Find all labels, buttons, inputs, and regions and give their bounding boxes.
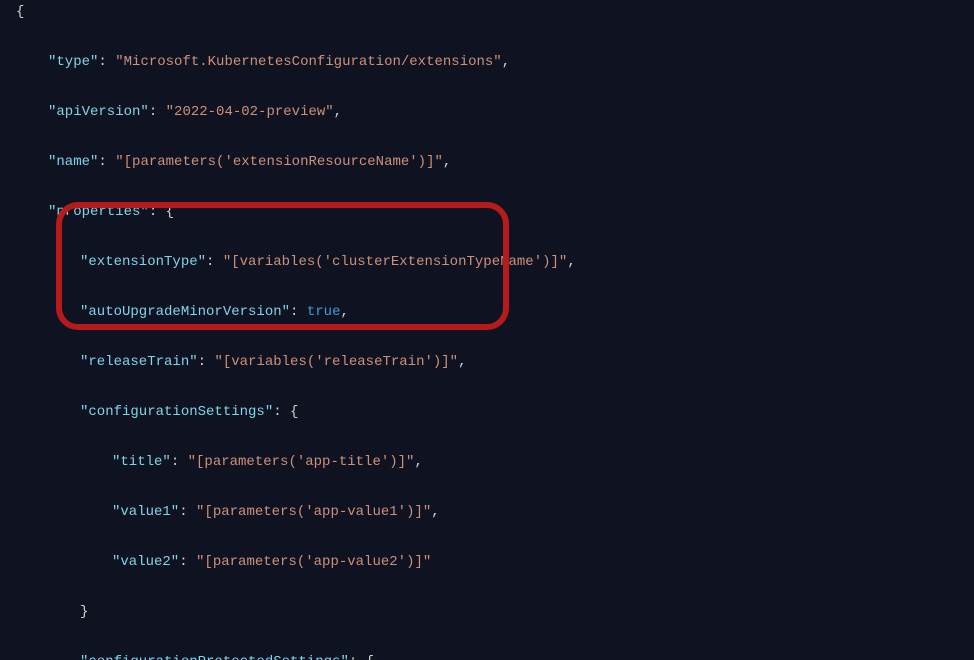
code-line: "value1": "[parameters('app-value1')]", [16,500,974,525]
code-line: "configurationProtectedSettings": { [16,650,974,660]
json-bool: true [307,304,341,320]
json-string: "[parameters('app-value2')]" [196,554,431,570]
code-block[interactable]: { "type": "Microsoft.KubernetesConfigura… [16,0,974,660]
json-string: "Microsoft.KubernetesConfiguration/exten… [115,54,501,70]
code-line: { [16,0,974,25]
json-string: "[parameters('app-value1')]" [196,504,431,520]
json-key: "name" [48,154,98,170]
json-key: "configurationProtectedSettings" [80,654,349,660]
json-key: "properties" [48,204,149,220]
code-line: } [16,600,974,625]
code-line: "name": "[parameters('extensionResourceN… [16,150,974,175]
code-line: "properties": { [16,200,974,225]
code-line: "releaseTrain": "[variables('releaseTrai… [16,350,974,375]
json-key: "value2" [112,554,179,570]
code-line: "apiVersion": "2022-04-02-preview", [16,100,974,125]
code-line: "extensionType": "[variables('clusterExt… [16,250,974,275]
code-line: "autoUpgradeMinorVersion": true, [16,300,974,325]
json-key: "autoUpgradeMinorVersion" [80,304,290,320]
json-key: "extensionType" [80,254,206,270]
json-key: "value1" [112,504,179,520]
json-key: "title" [112,454,171,470]
code-line: "value2": "[parameters('app-value2')]" [16,550,974,575]
json-key: "releaseTrain" [80,354,198,370]
brace: { [16,4,24,20]
json-string: "[variables('releaseTrain')]" [214,354,458,370]
code-line: "title": "[parameters('app-title')]", [16,450,974,475]
json-key: "apiVersion" [48,104,149,120]
json-string: "[parameters('extensionResourceName')]" [115,154,443,170]
json-string: "2022-04-02-preview" [166,104,334,120]
json-string: "[parameters('app-title')]" [188,454,415,470]
json-key: "configurationSettings" [80,404,273,420]
code-line: "configurationSettings": { [16,400,974,425]
json-string: "[variables('clusterExtensionTypeName')]… [223,254,567,270]
code-line: "type": "Microsoft.KubernetesConfigurati… [16,50,974,75]
json-key: "type" [48,54,98,70]
